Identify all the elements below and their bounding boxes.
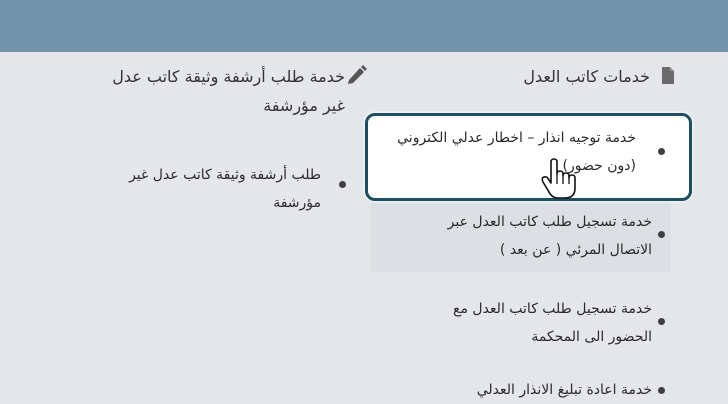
list-bullet bbox=[658, 318, 665, 325]
hand-pointer-icon bbox=[541, 158, 577, 204]
document-icon bbox=[661, 66, 675, 89]
service-line: الحضور الى المحكمة bbox=[531, 329, 652, 345]
top-header-bar bbox=[0, 0, 728, 52]
service-line: مؤرشفة bbox=[273, 195, 321, 211]
service-line: خدمة توجيه انذار – اخطار عدلي الكتروني bbox=[397, 130, 636, 146]
service-line: الاتصال المرئي ( عن بعد ) bbox=[499, 242, 652, 258]
service-link-video-call[interactable]: خدمة تسجيل طلب كاتب العدل عبر الاتصال ال… bbox=[352, 208, 652, 264]
service-line: (دون حضور) bbox=[562, 158, 636, 174]
pencil-icon bbox=[346, 65, 368, 89]
list-bullet bbox=[339, 181, 346, 188]
archive-service-title: خدمة طلب أرشفة وثيقة كاتب عدل غير مؤرشفة bbox=[45, 62, 345, 120]
service-line: خدمة تسجيل طلب كاتب العدل عبر bbox=[447, 214, 652, 230]
list-bullet bbox=[658, 387, 665, 394]
service-link-in-person[interactable]: خدمة تسجيل طلب كاتب العدل مع الحضور الى … bbox=[352, 295, 652, 351]
service-line: طلب أرشفة وثيقة كاتب عدل غير bbox=[129, 167, 321, 183]
title-line: خدمة طلب أرشفة وثيقة كاتب عدل bbox=[112, 67, 345, 86]
title-line: غير مؤرشفة bbox=[263, 96, 345, 115]
list-bullet bbox=[658, 148, 665, 155]
service-link-electronic-notice[interactable]: خدمة توجيه انذار – اخطار عدلي الكتروني (… bbox=[336, 124, 636, 180]
notary-services-title: خدمات كاتب العدل bbox=[523, 67, 650, 86]
service-line: خدمة تسجيل طلب كاتب العدل مع bbox=[453, 301, 652, 317]
list-bullet bbox=[658, 231, 665, 238]
service-link-archive-request[interactable]: طلب أرشفة وثيقة كاتب عدل غير مؤرشفة bbox=[61, 161, 321, 217]
